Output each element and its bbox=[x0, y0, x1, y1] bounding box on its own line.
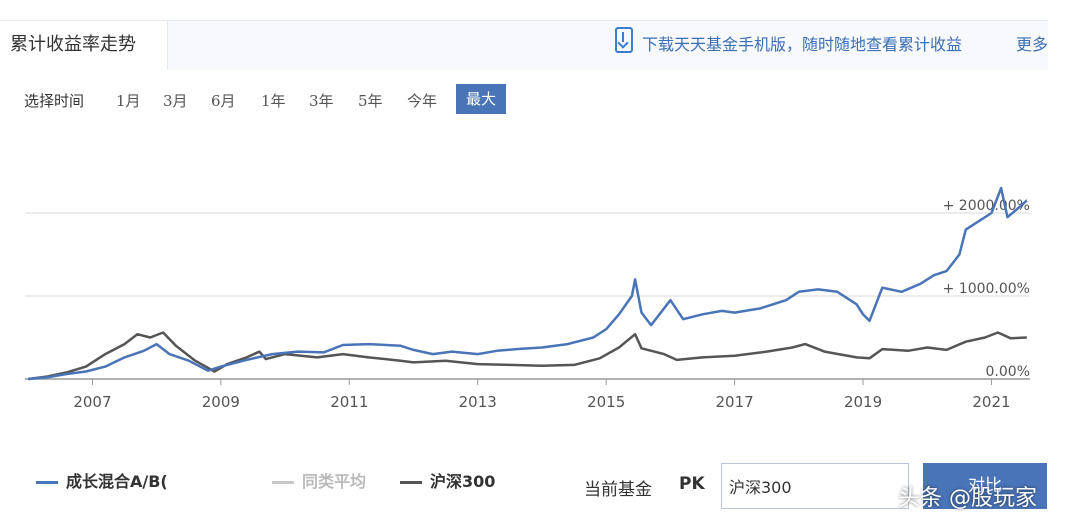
legend-label-peer: 同类平均 bbox=[302, 472, 367, 491]
watermark: 头条 @股玩家 bbox=[898, 486, 1037, 511]
legend-item-index[interactable]: 沪深300 bbox=[400, 468, 495, 492]
pk-label: PK bbox=[679, 474, 705, 494]
more-link[interactable]: 更多 bbox=[1016, 31, 1048, 55]
time-option-max[interactable]: 最大 bbox=[456, 84, 507, 114]
x-tick-label: 2009 bbox=[202, 393, 240, 411]
legend-label-index: 沪深300 bbox=[430, 472, 496, 491]
y-axis-ticks: 0.00% + 1000.00% + 2000.00% bbox=[943, 198, 1030, 380]
x-axis: 2007 2009 2011 2013 2015 2017 2019 2021 bbox=[73, 379, 1011, 411]
x-tick-label: 2013 bbox=[459, 393, 497, 411]
phone-download-icon[interactable] bbox=[615, 27, 633, 53]
time-range-label: 选择时间 bbox=[24, 92, 85, 110]
time-option-5y[interactable]: 5年 bbox=[358, 90, 383, 111]
y-tick-label: 0.00% bbox=[986, 364, 1030, 380]
chart-header: 累计收益率走势 下载天天基金手机版，随时随地查看累计收益 更多 bbox=[0, 0, 1079, 70]
legend-swatch-peer bbox=[272, 481, 294, 484]
x-tick-label: 2015 bbox=[587, 393, 625, 411]
x-tick-label: 2017 bbox=[716, 393, 754, 411]
legend-swatch-fund bbox=[36, 481, 58, 484]
y-tick-label: + 1000.00% bbox=[943, 281, 1030, 297]
time-option-3y[interactable]: 3年 bbox=[309, 90, 334, 111]
download-app-link[interactable]: 下载天天基金手机版，随时随地查看累计收益 bbox=[642, 31, 962, 55]
time-option-1m[interactable]: 1月 bbox=[116, 90, 141, 111]
x-tick-label: 2019 bbox=[844, 393, 882, 411]
legend-swatch-index bbox=[400, 481, 422, 484]
legend-item-fund[interactable]: 成长混合A/B( bbox=[36, 468, 168, 492]
time-option-3m[interactable]: 3月 bbox=[163, 90, 188, 111]
x-tick-label: 2007 bbox=[73, 393, 111, 411]
x-tick-label: 2011 bbox=[330, 393, 368, 411]
current-fund-label: 当前基金 bbox=[584, 480, 652, 500]
compare-fund-input[interactable] bbox=[721, 463, 909, 509]
time-option-1y[interactable]: 1年 bbox=[261, 90, 286, 111]
legend-item-peer-average[interactable]: 同类平均 bbox=[272, 468, 366, 492]
x-tick-label: 2021 bbox=[972, 393, 1010, 411]
y-tick-label: + 2000.00% bbox=[943, 198, 1030, 214]
chart-series bbox=[28, 186, 1028, 381]
cumulative-return-chart: 0.00%+ 1000.00%+ 2000.00% 2007 2009 2011 20… bbox=[25, 186, 1030, 411]
series-line-fund bbox=[28, 186, 1028, 381]
legend-label-fund: 成长混合A/B( bbox=[66, 472, 168, 491]
page-title: 累计收益率走势 bbox=[10, 34, 136, 55]
time-option-6m[interactable]: 6月 bbox=[211, 90, 236, 111]
time-option-ytd[interactable]: 今年 bbox=[407, 90, 437, 111]
